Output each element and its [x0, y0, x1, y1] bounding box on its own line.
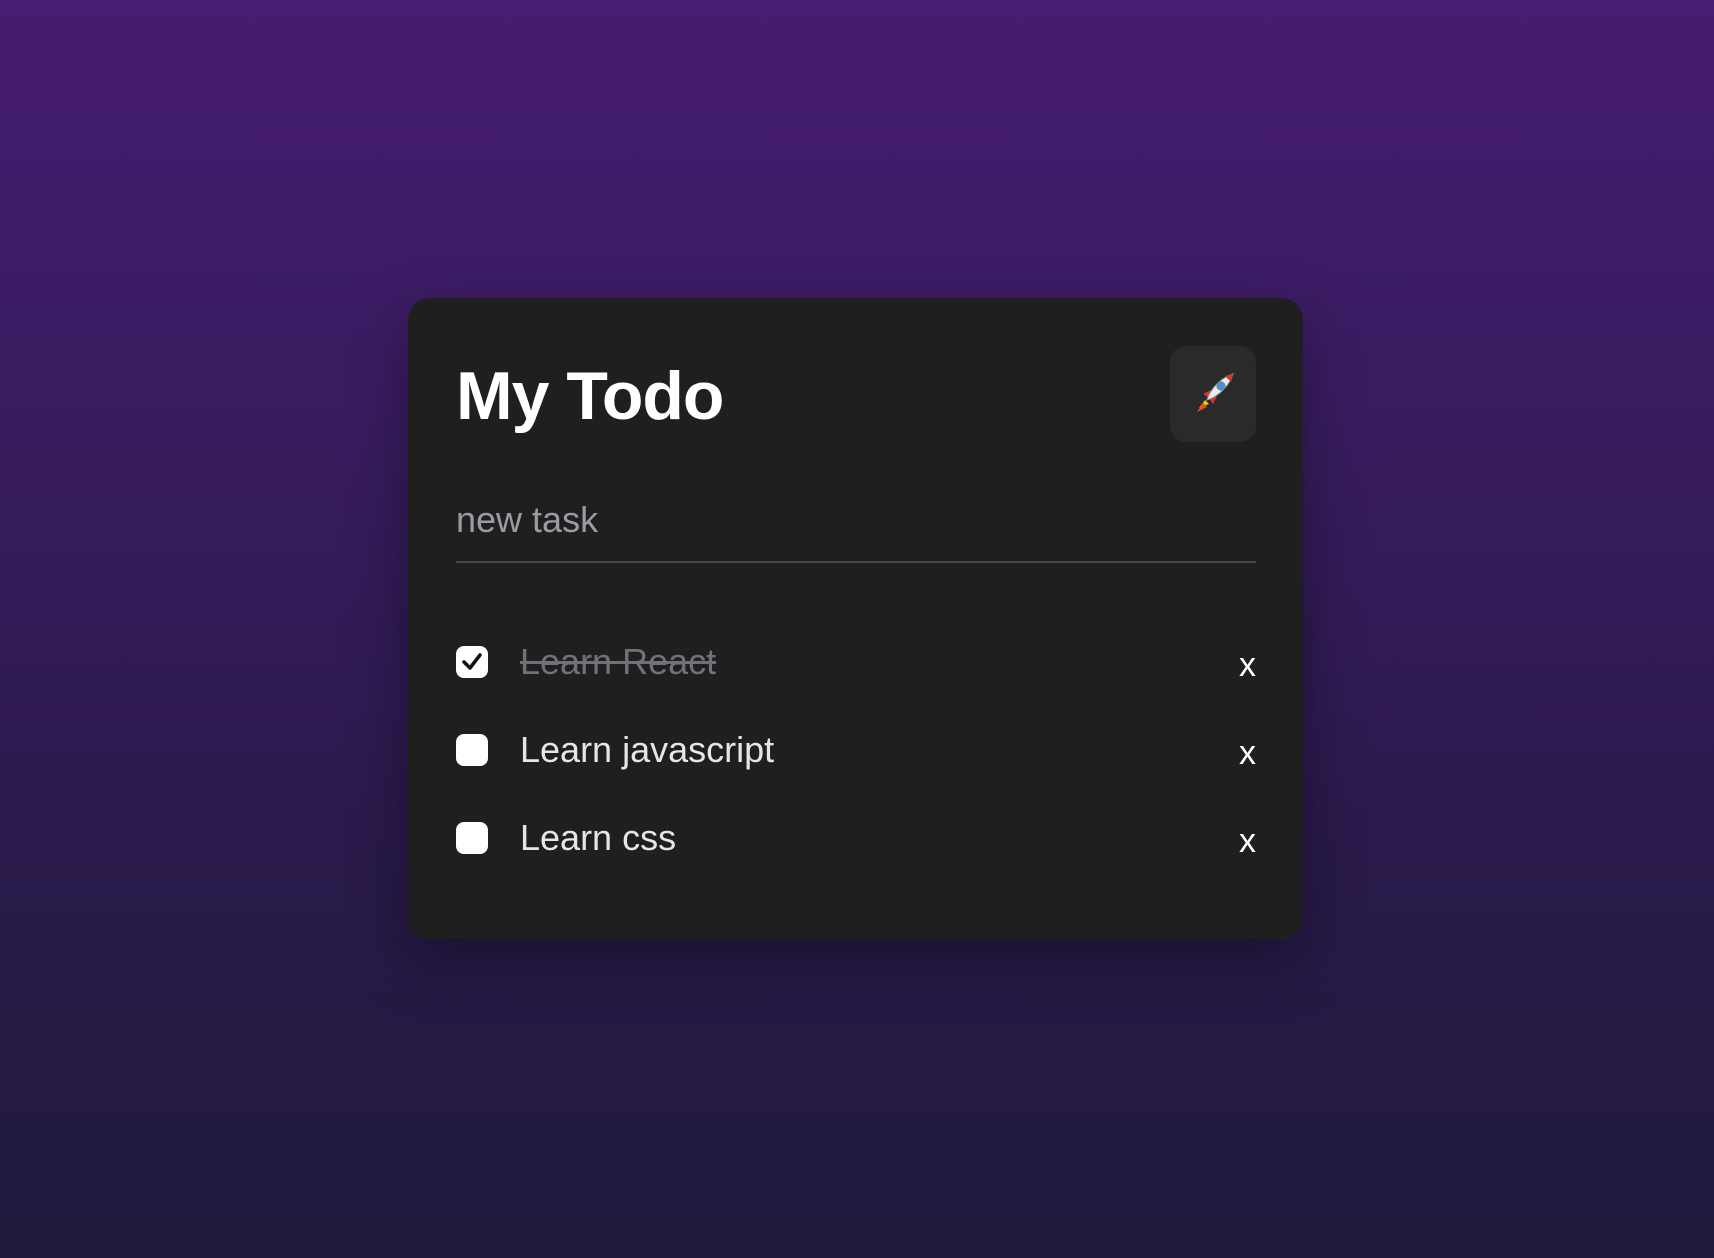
todo-card: My Todo new task Learn React x Learn jav… — [408, 298, 1303, 939]
theme-toggle-button[interactable] — [1170, 346, 1256, 442]
checkmark-icon — [462, 653, 482, 670]
todo-list: Learn React x Learn javascript x Learn c… — [456, 618, 1256, 882]
delete-button[interactable]: x — [1236, 822, 1256, 861]
rocket-icon — [1189, 370, 1237, 418]
delete-button[interactable]: x — [1236, 734, 1256, 773]
page-title: My Todo — [456, 358, 724, 434]
new-task-input[interactable] — [456, 488, 1256, 563]
todo-checkbox[interactable] — [456, 822, 488, 854]
delete-button[interactable]: x — [1236, 646, 1256, 685]
todo-label: Learn javascript — [520, 729, 775, 770]
todo-checkbox[interactable] — [456, 646, 488, 678]
todo-checkbox[interactable] — [456, 734, 488, 766]
todo-label: Learn css — [520, 817, 677, 858]
list-item: Learn javascript x — [456, 706, 1256, 794]
list-item: Learn React x — [456, 618, 1256, 706]
list-item: Learn css x — [456, 794, 1256, 882]
todo-label: Learn React — [520, 641, 717, 682]
